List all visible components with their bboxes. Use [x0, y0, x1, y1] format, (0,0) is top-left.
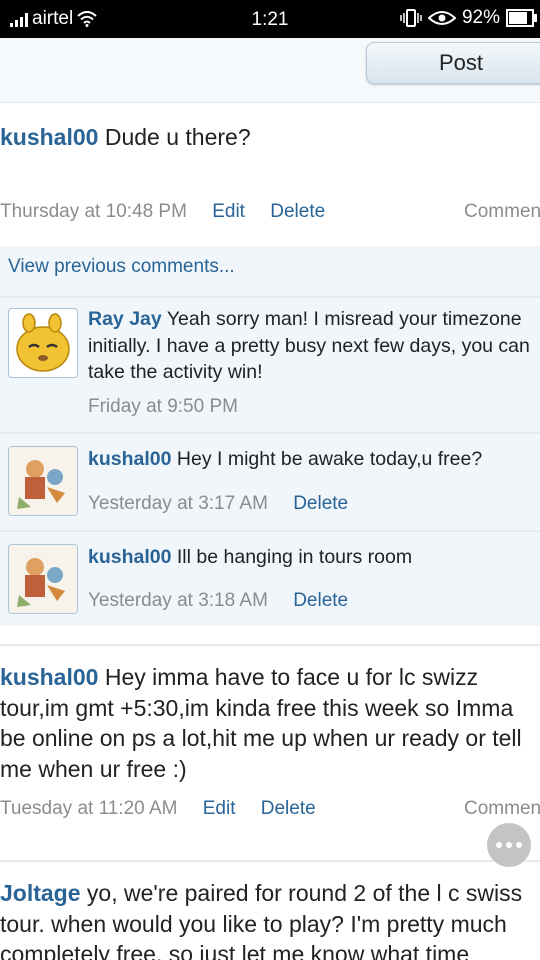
- post-author[interactable]: kushal00: [0, 124, 98, 150]
- status-right: 92%: [400, 7, 537, 29]
- trainer-avatar-icon: [9, 545, 77, 613]
- post-body: kushal00 Dude u there?: [0, 122, 251, 153]
- comment-item: kushal00 Hey I might be awake today,u fr…: [0, 434, 540, 532]
- post-time: Tuesday at 11:20 AM: [0, 798, 178, 819]
- comment-text: Ill be hanging in tours room: [176, 546, 413, 568]
- battery-percent: 92%: [461, 7, 500, 28]
- battery-icon: [506, 9, 537, 27]
- comment-text: Hey I might be awake today,u free?: [176, 448, 483, 470]
- post-card: Joltage yo, we're paired for round 2 of …: [0, 862, 540, 960]
- comment-body: Ray Jay Yeah sorry man! I misread your t…: [88, 306, 540, 386]
- bee-avatar-icon: [16, 313, 70, 372]
- comment-author[interactable]: kushal00: [88, 448, 171, 470]
- comment-item: kushal00 Ill be hanging in tours room Ye…: [0, 532, 540, 628]
- comment-meta: Yesterday at 3:17 AM Delete: [88, 493, 348, 515]
- trainer-avatar-icon: [9, 447, 77, 515]
- post-author[interactable]: kushal00: [0, 664, 98, 690]
- post-body: Joltage yo, we're paired for round 2 of …: [0, 878, 540, 960]
- comment-item: Ray Jay Yeah sorry man! I misread your t…: [0, 298, 540, 434]
- comment-body: kushal00 Ill be hanging in tours room: [88, 544, 540, 571]
- comment-author[interactable]: Ray Jay: [88, 308, 162, 330]
- comment-link[interactable]: Comment: [464, 201, 540, 223]
- more-options-button[interactable]: [487, 823, 531, 867]
- vibrate-icon: [400, 9, 422, 27]
- post-time: Thursday at 10:48 PM: [0, 201, 187, 222]
- eye-icon: [427, 11, 456, 25]
- edit-link[interactable]: Edit: [212, 201, 245, 222]
- post-button[interactable]: Post: [366, 42, 540, 84]
- delete-link[interactable]: Delete: [293, 493, 348, 514]
- avatar[interactable]: [8, 544, 78, 614]
- post-card: kushal00 Dude u there? Thursday at 10:48…: [0, 104, 540, 244]
- edit-link[interactable]: Edit: [203, 798, 236, 819]
- comment-time: Yesterday at 3:18 AM: [88, 590, 268, 611]
- delete-link[interactable]: Delete: [261, 798, 316, 819]
- comment-time: Friday at 9:50 PM: [88, 396, 238, 417]
- post-meta: Tuesday at 11:20 AM Edit Delete: [0, 798, 336, 820]
- avatar[interactable]: [8, 446, 78, 516]
- view-previous-comments-link[interactable]: View previous comments...: [0, 246, 540, 298]
- post-meta: Thursday at 10:48 PM Edit Delete: [0, 201, 345, 223]
- dot: [516, 842, 522, 848]
- comment-time: Yesterday at 3:17 AM: [88, 493, 268, 514]
- post-body: kushal00 Hey imma have to face u for lc …: [0, 662, 540, 784]
- comments-section: View previous comments... Ray Jay Yeah s…: [0, 246, 540, 626]
- status-bar: airtel 1:21 92%: [0, 0, 540, 38]
- top-bar: Post: [0, 38, 540, 103]
- comment-body: kushal00 Hey I might be awake today,u fr…: [88, 446, 540, 473]
- post-card: kushal00 Hey imma have to face u for lc …: [0, 646, 540, 858]
- dot: [506, 842, 512, 848]
- delete-link[interactable]: Delete: [293, 590, 348, 611]
- comment-link[interactable]: Comment: [464, 798, 540, 820]
- delete-link[interactable]: Delete: [270, 201, 325, 222]
- dot: [496, 842, 502, 848]
- avatar[interactable]: [8, 308, 78, 378]
- comment-author[interactable]: kushal00: [88, 546, 171, 568]
- post-author[interactable]: Joltage: [0, 880, 81, 906]
- post-text: Dude u there?: [104, 124, 251, 150]
- comment-meta: Yesterday at 3:18 AM Delete: [88, 590, 348, 612]
